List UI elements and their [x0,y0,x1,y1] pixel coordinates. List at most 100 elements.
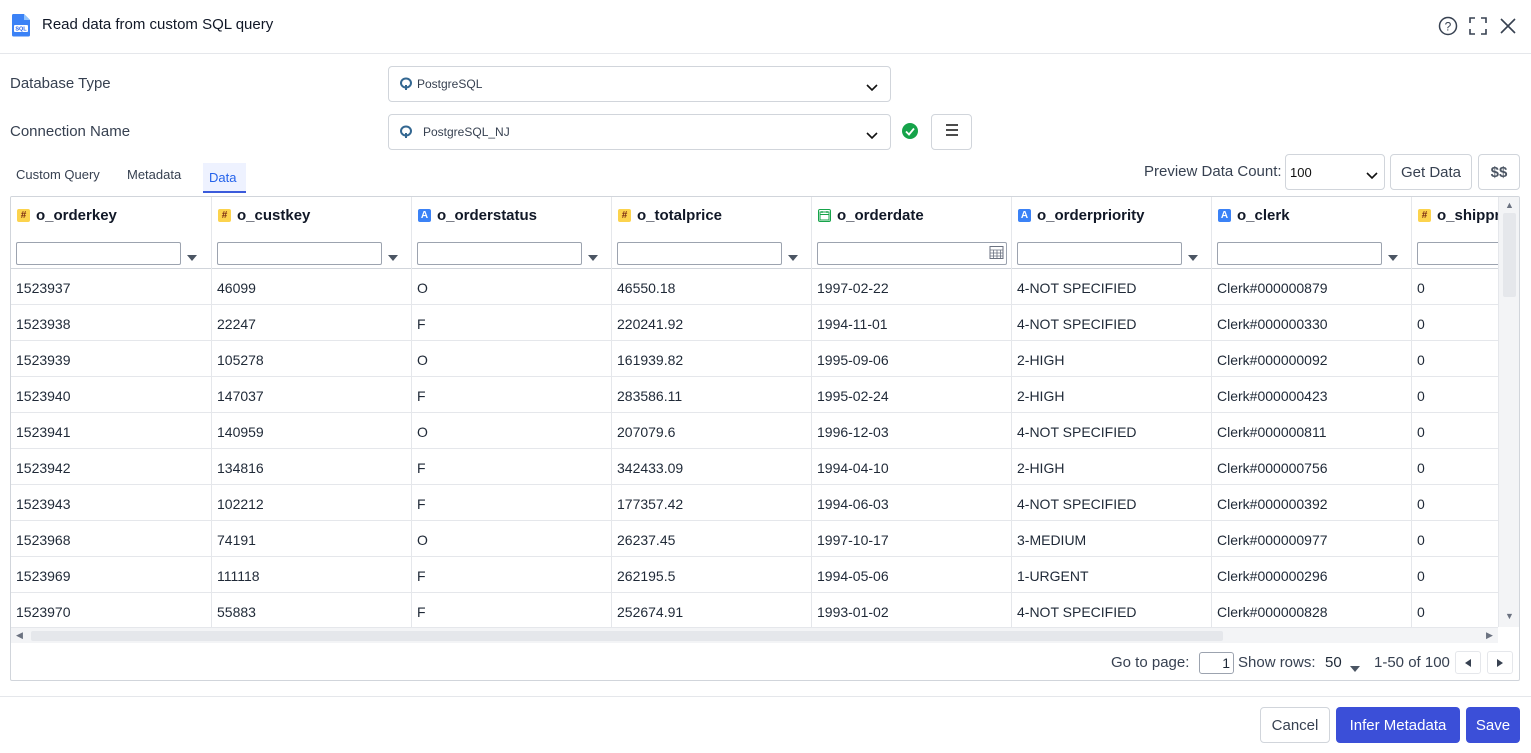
tab-custom-query[interactable]: Custom Query [16,167,100,182]
table-cell: 252674.91 [612,593,812,627]
table-cell: F [412,305,612,341]
column-filter-input[interactable] [617,242,782,265]
column-header[interactable]: A o_orderstatus [412,197,612,269]
table-cell: 1993-01-02 [812,593,1012,627]
table-row[interactable]: 1523970 55883 F 252674.91 1993-01-02 4-NOT SP… [11,593,1498,627]
infer-metadata-button[interactable]: Infer Metadata [1336,707,1460,743]
table-row[interactable]: 1523939 105278 O 161939.82 1995-09-06 2-HIGH C… [11,341,1498,377]
database-type-value: PostgreSQL [417,77,483,91]
save-button[interactable]: Save [1466,707,1520,743]
column-filter-input[interactable] [16,242,181,265]
filter-dropdown-icon[interactable] [1388,248,1398,266]
column-filter-input[interactable] [417,242,582,265]
table-row[interactable]: 1523938 22247 F 220241.92 1994-11-01 4-NOT SP… [11,305,1498,341]
preview-data-count-select[interactable]: 100 [1285,154,1385,190]
table-row[interactable]: 1523969 111118 F 262195.5 1994-05-06 1-URGENT… [11,557,1498,593]
horizontal-scrollbar[interactable]: ◀ ▶ [11,627,1498,643]
chevron-down-icon [866,127,878,145]
postgresql-icon [398,76,414,97]
dialog-footer: Cancel Infer Metadata Save [0,696,1531,753]
vertical-scrollbar[interactable]: ▲ ▼ [1498,197,1519,627]
table-cell: 1523969 [11,557,212,593]
vertical-scroll-thumb[interactable] [1503,213,1516,297]
page-range-text: 1-50 of 100 [1374,654,1450,671]
scroll-left-icon[interactable]: ◀ [16,630,23,641]
cancel-button[interactable]: Cancel [1260,707,1330,743]
number-type-icon: # [218,209,231,222]
table-row[interactable]: 1523941 140959 O 207079.6 1996-12-03 4-NOT SP… [11,413,1498,449]
column-header[interactable]: # o_totalprice [612,197,812,269]
table-cell: 140959 [212,413,412,449]
table-cell: Clerk#000000828 [1212,593,1412,627]
rows-per-page-select[interactable]: 50 [1322,652,1364,674]
table-cell: F [412,485,612,521]
filter-dropdown-icon[interactable] [388,248,398,266]
table-cell: Clerk#000000977 [1212,521,1412,557]
date-type-icon [818,209,831,222]
table-cell: 3-MEDIUM [1012,521,1212,557]
scroll-down-icon[interactable]: ▼ [1505,611,1514,621]
table-cell: 26237.45 [612,521,812,557]
filter-dropdown-icon[interactable] [1188,248,1198,266]
table-cell: F [412,377,612,413]
table-cell: O [412,341,612,377]
column-name: o_totalprice [637,207,723,224]
column-name: o_custkey [237,207,311,224]
column-header[interactable]: o_orderdate [812,197,1012,269]
get-data-button[interactable]: Get Data [1390,154,1472,190]
number-type-icon: # [17,209,30,222]
column-filter-input[interactable] [217,242,382,265]
tab-metadata[interactable]: Metadata [127,167,181,182]
table-cell: 4-NOT SPECIFIED [1012,305,1212,341]
calendar-icon[interactable] [989,245,1004,265]
go-to-page-label: Go to page: [1111,654,1190,671]
parameters-button[interactable]: $$ [1478,154,1520,190]
close-icon[interactable] [1496,14,1520,38]
column-header[interactable]: A o_orderpriority [1012,197,1212,269]
scroll-right-icon[interactable]: ▶ [1486,630,1493,641]
table-cell: 0 [1412,269,1498,305]
table-row[interactable]: 1523940 147037 F 283586.11 1995-02-24 2-HIGH C… [11,377,1498,413]
table-row[interactable]: 1523942 134816 F 342433.09 1994-04-10 2-HIGH C… [11,449,1498,485]
table-cell: 0 [1412,341,1498,377]
table-row[interactable]: 1523968 74191 O 26237.45 1997-10-17 3-MEDIUM C… [11,521,1498,557]
connection-menu-button[interactable] [931,114,972,150]
column-header[interactable]: A o_clerk [1212,197,1412,269]
horizontal-scroll-thumb[interactable] [31,631,1223,641]
table-cell: 1995-02-24 [812,377,1012,413]
dialog-title: Read data from custom SQL query [42,16,274,33]
help-icon[interactable]: ? [1436,14,1460,38]
connection-name-select[interactable]: PostgreSQL_NJ [388,114,891,150]
page-number-input[interactable]: 1 [1199,652,1234,674]
table-cell: Clerk#000000756 [1212,449,1412,485]
number-type-icon: # [1418,209,1431,222]
table-cell: 0 [1412,449,1498,485]
filter-dropdown-icon[interactable] [187,248,197,266]
fullscreen-icon[interactable] [1466,14,1490,38]
column-filter-input[interactable] [1017,242,1182,265]
column-filter-input[interactable] [1217,242,1382,265]
table-row[interactable]: 1523943 102212 F 177357.42 1994-06-03 4-NOT S… [11,485,1498,521]
tab-data[interactable]: Data [209,170,236,185]
column-header[interactable]: # o_orderkey [11,197,212,269]
filter-dropdown-icon[interactable] [588,248,598,266]
column-filter-input[interactable] [817,242,1007,265]
table-cell: 262195.5 [612,557,812,593]
table-cell: Clerk#000000092 [1212,341,1412,377]
database-type-select[interactable]: PostgreSQL [388,66,891,102]
table-row[interactable]: 1523937 46099 O 46550.18 1997-02-22 4-NOT SPE… [11,269,1498,305]
column-header[interactable]: # o_shippr [1412,197,1498,269]
table-cell: 1997-02-22 [812,269,1012,305]
table-cell: 1995-09-06 [812,341,1012,377]
table-cell: 177357.42 [612,485,812,521]
column-filter-input[interactable] [1417,242,1498,265]
previous-page-button[interactable] [1455,651,1481,674]
table-cell: 46099 [212,269,412,305]
table-cell: 1-URGENT [1012,557,1212,593]
table-cell: 0 [1412,305,1498,341]
next-page-button[interactable] [1487,651,1513,674]
scroll-up-icon[interactable]: ▲ [1505,200,1514,210]
filter-dropdown-icon[interactable] [788,248,798,266]
column-name: o_orderstatus [437,207,538,224]
column-header[interactable]: # o_custkey [212,197,412,269]
